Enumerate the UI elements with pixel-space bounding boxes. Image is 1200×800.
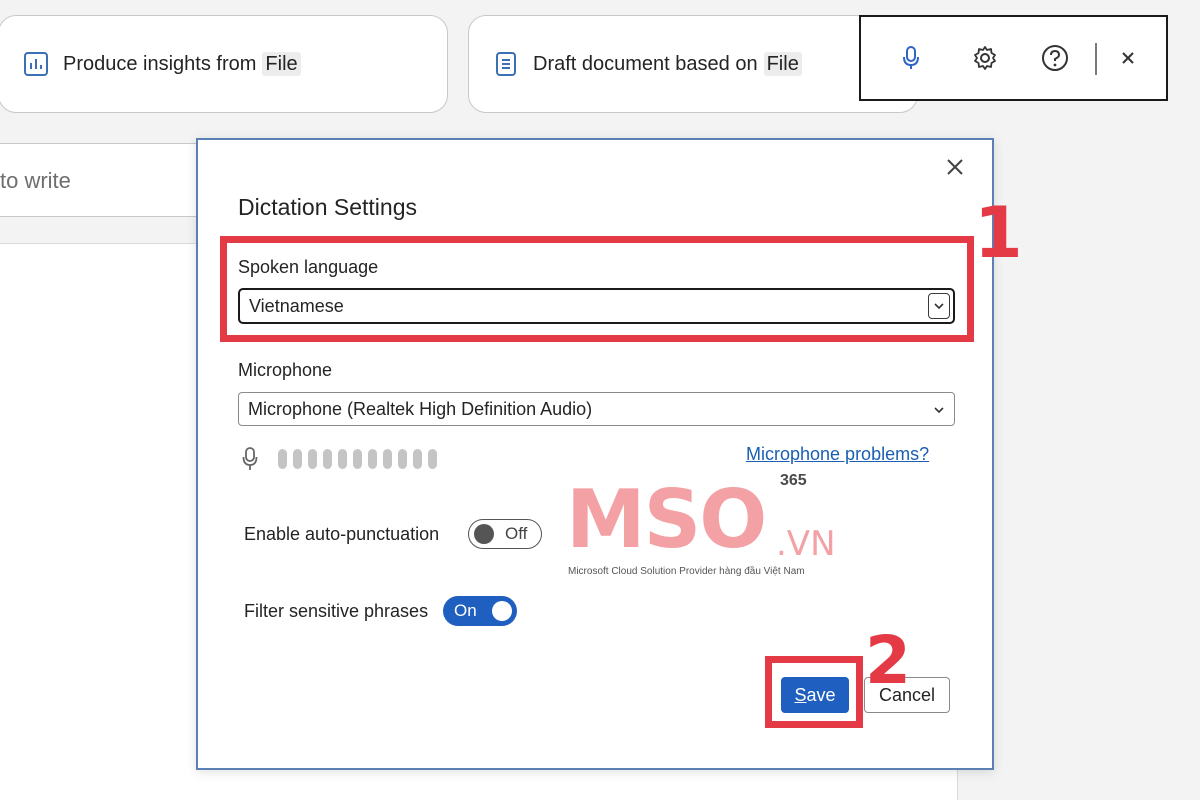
level-segment — [413, 449, 422, 469]
microphone-value: Microphone (Realtek High Definition Audi… — [248, 398, 593, 419]
dictation-toolbar — [859, 15, 1168, 101]
prompt-placeholder: to write — [0, 168, 71, 193]
auto-punctuation-label: Enable auto-punctuation — [244, 524, 440, 544]
gear-icon[interactable] — [970, 43, 1000, 73]
microphone-label: Microphone — [238, 360, 333, 380]
level-segment — [323, 449, 332, 469]
level-segment — [353, 449, 362, 469]
toolbar-divider — [1095, 43, 1097, 75]
toggle-state: Off — [505, 524, 528, 543]
prompt-card-label: Produce insights from File — [63, 51, 301, 76]
chevron-down-icon[interactable] — [928, 293, 950, 319]
auto-punctuation-toggle[interactable]: Off — [468, 519, 542, 549]
step-number-2: 2 — [865, 622, 911, 699]
step-number-1: 1 — [974, 192, 1023, 274]
level-segment — [368, 449, 377, 469]
microphone-level-meter — [278, 449, 437, 469]
chart-doc-icon — [23, 51, 49, 77]
help-icon[interactable] — [1040, 43, 1070, 73]
prompt-card-draft[interactable]: Draft document based on File — [468, 15, 918, 113]
level-segment — [293, 449, 302, 469]
filter-phrases-toggle[interactable]: On — [443, 596, 517, 626]
spoken-language-value: Vietnamese — [249, 295, 344, 316]
microphone-problems-link[interactable]: Microphone problems? — [746, 444, 929, 465]
level-segment — [278, 449, 287, 469]
file-chip[interactable]: File — [763, 51, 802, 76]
toggle-state: On — [454, 601, 477, 620]
toggle-knob — [492, 601, 512, 621]
prompt-input[interactable]: to write — [0, 143, 213, 217]
spoken-language-label: Spoken language — [238, 257, 379, 277]
level-segment — [338, 449, 347, 469]
level-segment — [383, 449, 392, 469]
close-icon[interactable] — [1113, 43, 1143, 73]
microphone-icon[interactable] — [896, 43, 926, 73]
level-segment — [308, 449, 317, 469]
document-icon — [493, 51, 519, 77]
spoken-language-select[interactable]: Vietnamese — [238, 288, 955, 324]
microphone-select[interactable]: Microphone (Realtek High Definition Audi… — [238, 392, 955, 426]
level-segment — [428, 449, 437, 469]
filter-phrases-label: Filter sensitive phrases — [244, 601, 429, 621]
chevron-down-icon[interactable] — [928, 397, 950, 423]
toggle-knob — [474, 524, 494, 544]
dialog-title: Dictation Settings — [238, 194, 417, 220]
dialog-close-icon[interactable] — [942, 154, 968, 180]
file-chip[interactable]: File — [262, 51, 301, 76]
level-segment — [398, 449, 407, 469]
prompt-card-label: Draft document based on File — [533, 51, 802, 76]
microphone-level-icon — [242, 446, 258, 477]
save-button[interactable]: Save — [781, 677, 849, 713]
prompt-card-insights[interactable]: Produce insights from File — [0, 15, 448, 113]
